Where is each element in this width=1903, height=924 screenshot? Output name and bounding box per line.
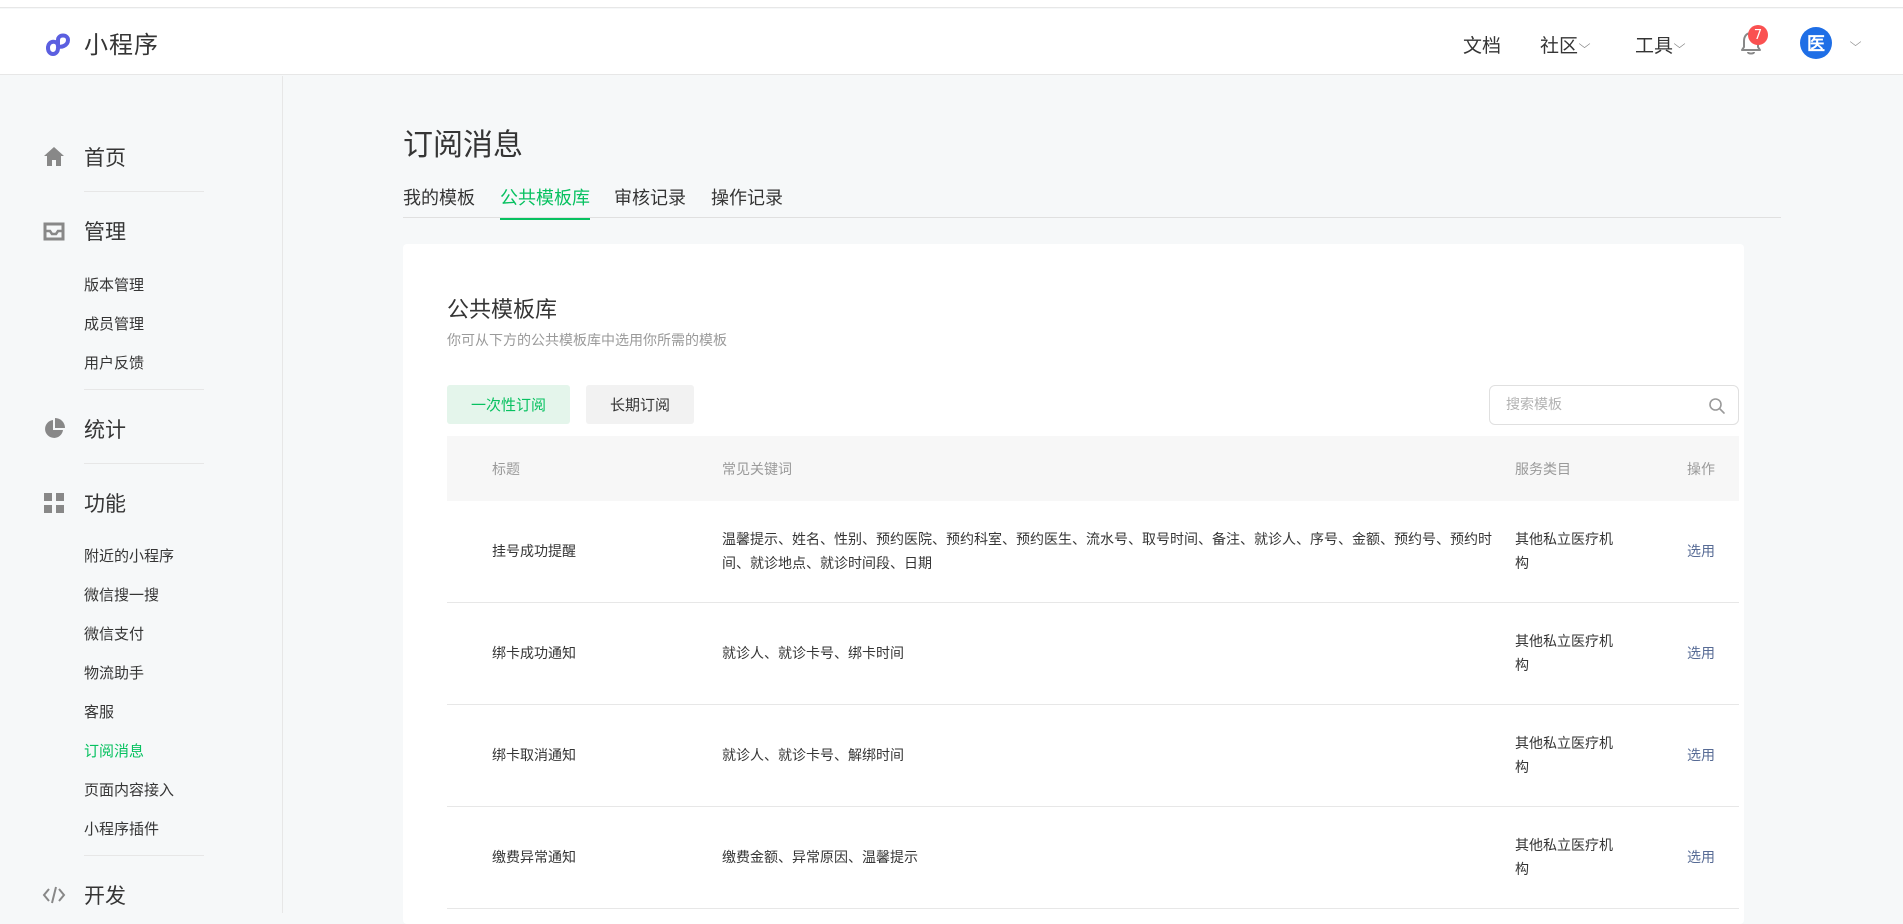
- chevron-down-icon: ⌵: [1673, 37, 1686, 51]
- row-category: 其他私立医疗机构: [1515, 634, 1613, 674]
- top-strip: [0, 0, 1903, 8]
- sidebar-group-label: 管理: [84, 220, 126, 244]
- column-header-keywords: 常见关键词: [722, 462, 792, 478]
- sidebar-item-stats[interactable]: 统计: [42, 414, 126, 444]
- sidebar: 首页 管理 版本管理 成员管理 用户反馈 统计 功能 附近的小程序 微信搜一搜 …: [0, 76, 283, 913]
- search-icon[interactable]: [1708, 397, 1726, 415]
- nav-docs-link[interactable]: 文档: [1463, 31, 1501, 58]
- divider: [84, 389, 204, 390]
- one-time-subscribe-button[interactable]: 一次性订阅: [447, 385, 571, 424]
- select-template-button[interactable]: 选用: [1687, 846, 1715, 870]
- avatar-text: 医: [1807, 34, 1825, 55]
- row-category: 其他私立医疗机构: [1515, 736, 1613, 776]
- row-title: 绑卡取消通知: [492, 748, 576, 764]
- nav-docs-label: 文档: [1463, 35, 1502, 57]
- sidebar-item-features[interactable]: 功能: [42, 488, 126, 518]
- row-keywords: 就诊人、就诊卡号、解绑时间: [722, 748, 904, 764]
- notification-badge: 7: [1748, 25, 1768, 45]
- logo-text: 小程序: [84, 31, 159, 59]
- row-title: 绑卡成功通知: [492, 646, 576, 662]
- row-keywords: 缴费金额、异常原因、温馨提示: [722, 850, 918, 866]
- chevron-down-icon[interactable]: ⌵: [1850, 35, 1862, 50]
- row-keywords: 温馨提示、姓名、性别、预约医院、预约科室、预约医生、流水号、取号时间、备注、就诊…: [722, 532, 1492, 572]
- sidebar-group-label: 开发: [84, 884, 126, 908]
- sidebar-item-feedback[interactable]: 用户反馈: [84, 352, 144, 373]
- chevron-down-icon: ⌵: [1578, 37, 1591, 51]
- page-title: 订阅消息: [403, 128, 523, 163]
- grid-icon: [44, 493, 64, 513]
- sidebar-group-label: 统计: [84, 418, 126, 442]
- nav-community-dropdown[interactable]: 社区 ⌵: [1540, 31, 1591, 58]
- select-template-button[interactable]: 选用: [1687, 642, 1715, 666]
- sidebar-item-pay[interactable]: 微信支付: [84, 623, 144, 644]
- pie-chart-icon: [45, 418, 65, 438]
- select-template-button[interactable]: 选用: [1687, 540, 1715, 564]
- sidebar-item-logistics[interactable]: 物流助手: [84, 662, 144, 683]
- code-icon: [42, 886, 66, 904]
- sidebar-item-plugins[interactable]: 小程序插件: [84, 818, 159, 839]
- table-row: 绑卡成功通知 就诊人、就诊卡号、绑卡时间 其他私立医疗机构 选用: [447, 603, 1739, 705]
- long-term-subscribe-button[interactable]: 长期订阅: [586, 385, 695, 424]
- sidebar-item-manage[interactable]: 管理: [42, 216, 126, 246]
- table-row: 挂号成功提醒 温馨提示、姓名、性别、预约医院、预约科室、预约医生、流水号、取号时…: [447, 501, 1739, 603]
- card-title: 公共模板库: [447, 298, 558, 323]
- row-category: 其他私立医疗机构: [1515, 838, 1613, 878]
- table-row: 缴费异常通知 缴费金额、异常原因、温馨提示 其他私立医疗机构 选用: [447, 807, 1739, 909]
- sidebar-group-label: 功能: [84, 492, 126, 516]
- miniprogram-logo-icon: [46, 33, 71, 56]
- sidebar-item-subscribe[interactable]: 订阅消息: [84, 740, 144, 761]
- select-template-button[interactable]: 选用: [1687, 744, 1715, 768]
- divider: [84, 855, 204, 856]
- sidebar-item-dev[interactable]: 开发: [42, 880, 126, 910]
- card-description: 你可从下方的公共模板库中选用你所需的模板: [447, 333, 727, 349]
- logo[interactable]: 小程序: [42, 25, 159, 60]
- row-title: 缴费异常通知: [492, 850, 576, 866]
- tab-review-records[interactable]: 审核记录: [614, 184, 686, 218]
- tab-my-templates[interactable]: 我的模板: [403, 184, 475, 218]
- table-header: 标题 常见关键词 服务类目 操作: [447, 436, 1739, 501]
- sidebar-item-search[interactable]: 微信搜一搜: [84, 584, 159, 605]
- row-title: 挂号成功提醒: [492, 544, 576, 560]
- home-icon: [44, 147, 64, 166]
- sidebar-item-content[interactable]: 页面内容接入: [84, 779, 174, 800]
- sidebar-item-members[interactable]: 成员管理: [84, 313, 144, 334]
- sidebar-item-nearby[interactable]: 附近的小程序: [84, 545, 174, 566]
- search-input[interactable]: [1506, 395, 1696, 415]
- column-header-action: 操作: [1687, 462, 1715, 478]
- tab-operation-records[interactable]: 操作记录: [711, 184, 783, 218]
- divider: [84, 463, 204, 464]
- row-keywords: 就诊人、就诊卡号、绑卡时间: [722, 646, 904, 662]
- search-box: [1489, 385, 1739, 425]
- sidebar-item-home[interactable]: 首页: [42, 142, 126, 172]
- sidebar-item-version[interactable]: 版本管理: [84, 274, 144, 295]
- tab-public-library[interactable]: 公共模板库: [500, 184, 590, 220]
- table-row: 绑卡取消通知 就诊人、就诊卡号、解绑时间 其他私立医疗机构 选用: [447, 705, 1739, 807]
- column-header-title: 标题: [492, 462, 520, 478]
- avatar[interactable]: 医: [1800, 27, 1832, 59]
- sidebar-group-label: 首页: [84, 146, 126, 170]
- row-category: 其他私立医疗机构: [1515, 532, 1613, 572]
- top-bar: 小程序 文档 社区 ⌵ 工具 ⌵ 7 医 ⌵: [0, 9, 1903, 75]
- divider: [84, 191, 204, 192]
- template-library-card: 公共模板库 你可从下方的公共模板库中选用你所需的模板 一次性订阅 长期订阅 标题…: [403, 244, 1744, 924]
- template-table: 标题 常见关键词 服务类目 操作 挂号成功提醒 温馨提示、姓名、性别、预约医院、…: [447, 436, 1739, 909]
- sidebar-item-service[interactable]: 客服: [84, 701, 114, 722]
- nav-tools-label: 工具: [1635, 35, 1674, 57]
- tab-bar: 我的模板 公共模板库 审核记录 操作记录: [403, 184, 1781, 220]
- column-header-category: 服务类目: [1515, 462, 1571, 478]
- inbox-icon: [43, 222, 65, 241]
- nav-community-label: 社区: [1540, 35, 1579, 57]
- nav-tools-dropdown[interactable]: 工具 ⌵: [1635, 31, 1686, 58]
